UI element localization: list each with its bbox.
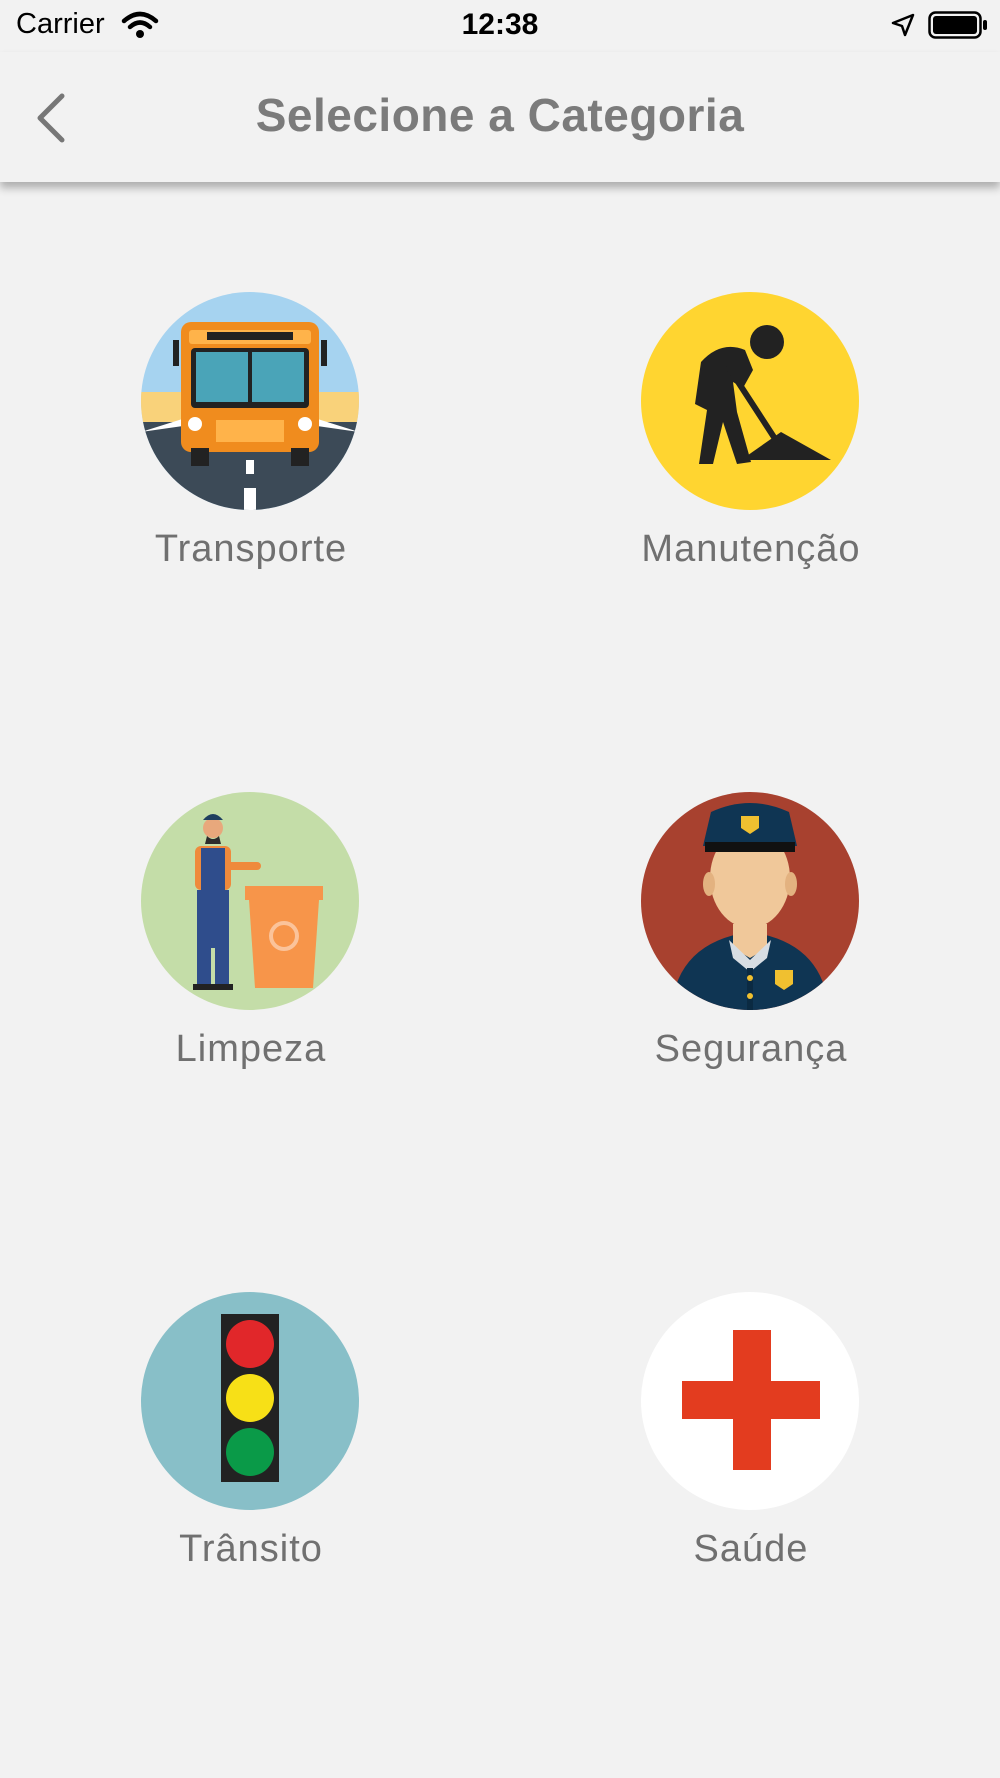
category-label: Segurança	[654, 1028, 848, 1070]
red-cross-icon	[641, 1292, 859, 1510]
category-seguranca[interactable]: Segurança	[591, 792, 911, 1092]
category-limpeza[interactable]: Limpeza	[91, 792, 411, 1092]
page-title: Selecione a Categoria	[255, 89, 745, 141]
police-officer-icon	[641, 792, 859, 1010]
category-grid: Transporte Manutenção Limpeza Segurança …	[0, 182, 1000, 1778]
category-label: Saúde	[693, 1528, 809, 1570]
cleaner-trash-bin-icon	[141, 792, 359, 1010]
location-arrow-icon	[891, 13, 915, 37]
category-manutencao[interactable]: Manutenção	[591, 292, 911, 592]
status-time: 12:38	[461, 8, 539, 41]
category-label: Manutenção	[641, 528, 861, 570]
status-bar: Carrier 12:38	[0, 0, 1000, 52]
traffic-light-icon	[141, 1292, 359, 1510]
battery-icon	[928, 11, 987, 39]
category-label: Transporte	[154, 528, 348, 570]
bus-icon	[141, 292, 359, 510]
category-saude[interactable]: Saúde	[591, 1292, 911, 1592]
category-label: Trânsito	[179, 1528, 323, 1570]
category-label: Limpeza	[175, 1028, 327, 1070]
category-transporte[interactable]: Transporte	[91, 292, 411, 592]
category-transito[interactable]: Trânsito	[91, 1292, 411, 1592]
navigation-bar: Selecione a Categoria	[0, 52, 1000, 182]
worker-shovel-icon	[641, 292, 859, 510]
